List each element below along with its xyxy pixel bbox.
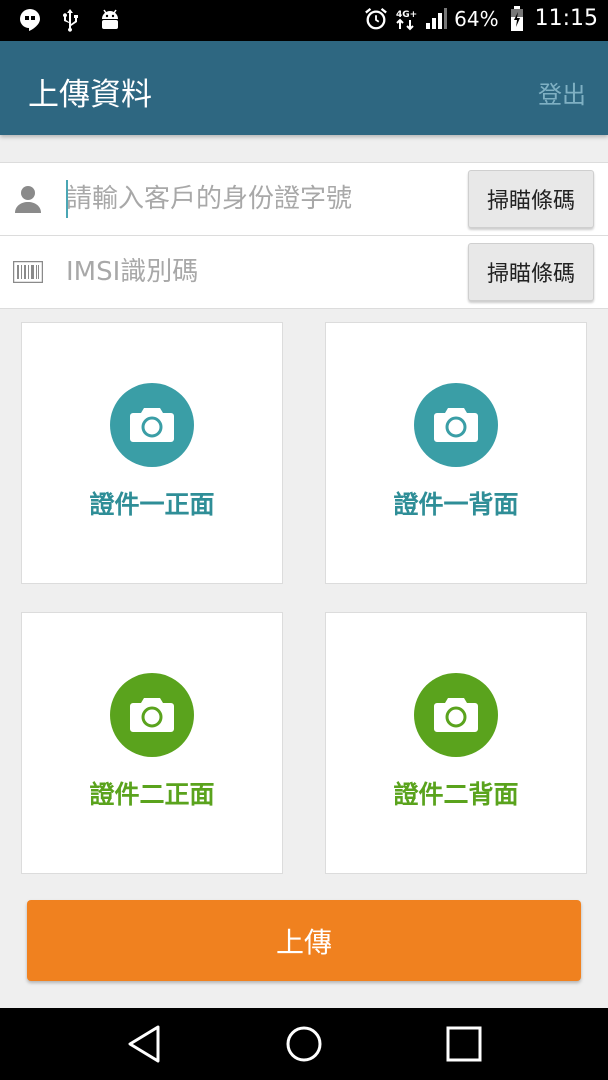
page-title: 上傳資料	[28, 77, 152, 113]
card-label: 證件一正面	[89, 490, 215, 519]
imsi-row: 掃瞄條碼	[0, 236, 608, 309]
card-label: 證件二背面	[393, 780, 519, 809]
signal-icon	[424, 7, 448, 31]
navigation-bar	[0, 1008, 608, 1080]
battery-percent: 64%	[454, 6, 499, 31]
barcode-icon	[12, 256, 44, 288]
status-right-icons: 4G+ 64% 11:15	[364, 5, 598, 31]
scan-imsi-barcode-button[interactable]: 掃瞄條碼	[468, 243, 594, 301]
battery-icon	[505, 5, 529, 31]
camera-icon	[414, 673, 498, 757]
imsi-input[interactable]	[66, 250, 456, 294]
id-number-row: 掃瞄條碼	[0, 162, 608, 236]
scan-id-barcode-button[interactable]: 掃瞄條碼	[468, 170, 594, 228]
svg-text:4G+: 4G+	[396, 10, 417, 20]
id2-back-photo-card[interactable]: 證件二背面	[325, 612, 587, 874]
4g-icon: 4G+	[394, 7, 418, 31]
upload-button[interactable]: 上傳	[27, 900, 581, 981]
status-bar: 4G+ 64% 11:15	[0, 0, 608, 41]
status-left-icons	[18, 8, 122, 32]
recent-apps-icon[interactable]	[444, 1024, 484, 1064]
id2-front-photo-card[interactable]: 證件二正面	[21, 612, 283, 874]
usb-icon	[58, 8, 82, 32]
alarm-icon	[364, 7, 388, 31]
logout-button[interactable]: 登出	[538, 75, 586, 110]
android-debug-icon	[98, 8, 122, 32]
camera-icon	[110, 673, 194, 757]
back-icon[interactable]	[124, 1024, 164, 1064]
text-cursor	[66, 180, 68, 218]
id1-back-photo-card[interactable]: 證件一背面	[325, 322, 587, 584]
id1-front-photo-card[interactable]: 證件一正面	[21, 322, 283, 584]
card-label: 證件一背面	[393, 490, 519, 519]
camera-icon	[414, 383, 498, 467]
home-icon[interactable]	[284, 1024, 324, 1064]
card-label: 證件二正面	[89, 780, 215, 809]
clock: 11:15	[534, 6, 598, 31]
person-icon	[12, 183, 44, 215]
camera-icon	[110, 383, 194, 467]
id-number-input[interactable]	[66, 177, 456, 221]
app-bar: 上傳資料 登出	[0, 41, 608, 135]
hangouts-icon	[18, 8, 42, 32]
